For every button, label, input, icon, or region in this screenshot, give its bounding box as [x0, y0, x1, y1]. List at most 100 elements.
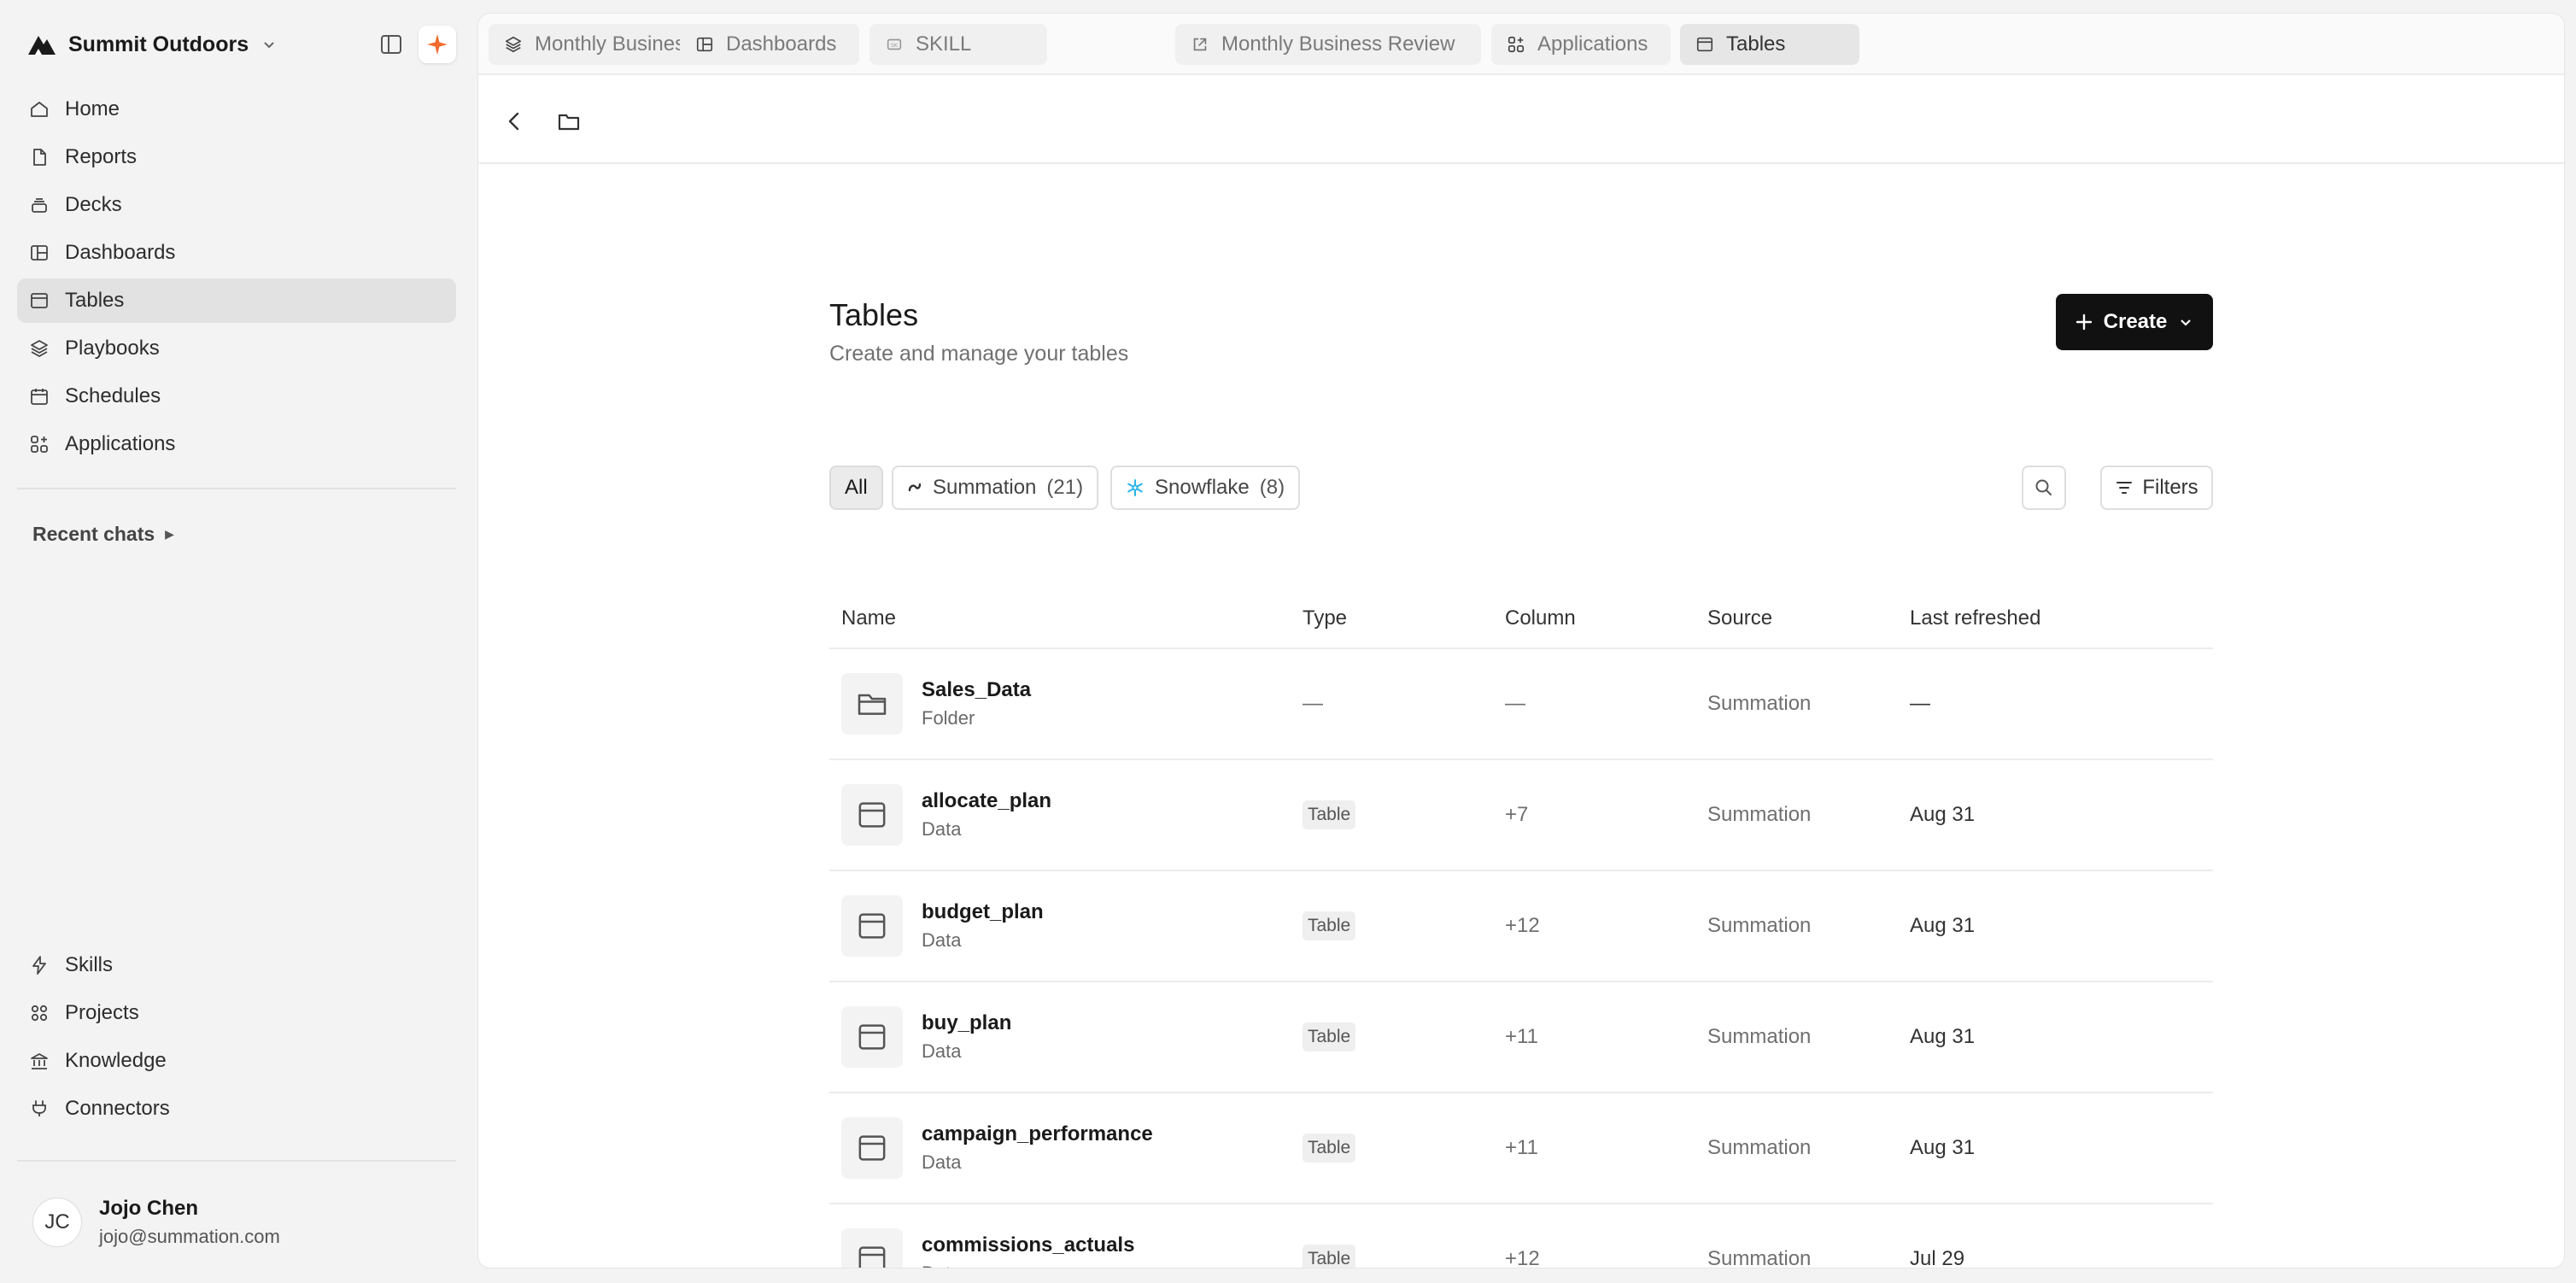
sidebar-item-home[interactable]: Home [17, 87, 456, 132]
type-cell: Table [1303, 1134, 1356, 1163]
table-icon [841, 784, 903, 846]
primary-nav: Home Reports Decks Dashboards Tables Playbook… [17, 87, 456, 470]
page-subtitle: Create and manage your tables [829, 342, 1129, 366]
sidebar-item-playbooks[interactable]: Playbooks [17, 326, 456, 371]
sidebar-item-tables[interactable]: Tables [17, 278, 456, 323]
row-title: Sales_Data [922, 678, 1032, 701]
tab-label: Tables [1726, 32, 1786, 56]
sidebar-item-label: Playbooks [65, 337, 160, 360]
last-refreshed-cell: Aug 31 [1910, 1136, 1976, 1159]
user-email: jojo@summation.com [99, 1226, 280, 1247]
filter-chip-summation[interactable]: Summation (21) [892, 466, 1099, 510]
toolbar [478, 75, 2564, 164]
filter-chip-all[interactable]: All [829, 466, 883, 510]
table-row[interactable]: buy_plan Data Table +11 Summation Aug 31 [829, 982, 2213, 1093]
type-badge: Table [1303, 911, 1356, 940]
row-kind: Data [922, 818, 962, 840]
sidebar-item-applications[interactable]: Applications [17, 422, 456, 466]
recent-chats-toggle[interactable]: Recent chats ▶ [32, 523, 174, 546]
back-arrow-icon[interactable] [499, 106, 530, 137]
sidebar-divider [17, 1160, 456, 1162]
plug-icon [29, 1098, 50, 1119]
sidebar-item-knowledge[interactable]: Knowledge [17, 1039, 456, 1083]
sidebar-item-label: Tables [65, 289, 125, 312]
recent-chats-label: Recent chats [32, 523, 155, 545]
column-header-last-refreshed[interactable]: Last refreshed [1910, 606, 2040, 630]
filter-summation-count: (21) [1046, 476, 1084, 499]
type-badge: Table [1303, 1245, 1356, 1268]
tab-applications[interactable]: Applications [1491, 24, 1671, 65]
name-cell: Sales_Data Folder [841, 673, 1031, 735]
filters-button[interactable]: Filters [2100, 466, 2213, 510]
name-cell: commissions_actuals Data [841, 1228, 1134, 1268]
table-icon [841, 1228, 903, 1268]
column-cell: +12 [1505, 914, 1540, 937]
dashboard-icon [695, 35, 714, 54]
sidebar-item-skills[interactable]: Skills [17, 943, 456, 987]
grid-icon [29, 1003, 50, 1023]
sidebar-item-projects[interactable]: Projects [17, 991, 456, 1035]
avatar: JC [32, 1198, 82, 1247]
folder-icon [841, 673, 903, 735]
table-icon [841, 1117, 903, 1179]
sidebar-item-label: Decks [65, 193, 122, 216]
tab-bar: Monthly Business Review Dashboards SK SKILL… [478, 14, 2564, 75]
row-title: commissions_actuals [922, 1233, 1135, 1257]
column-header-column[interactable]: Column [1505, 606, 1576, 630]
row-title: allocate_plan [922, 789, 1052, 812]
sidebar-toggle-icon[interactable] [376, 29, 407, 60]
table-header: Name Type Column Source Last refreshed [829, 595, 2213, 649]
tab-monthly-business-review[interactable]: Monthly Business Review [1175, 24, 1481, 65]
column-cell: — [1505, 692, 1525, 715]
decks-icon [29, 195, 50, 215]
type-cell: Table [1303, 1022, 1356, 1052]
sidebar-item-label: Knowledge [65, 1049, 167, 1072]
row-kind: Data [922, 929, 962, 951]
caret-right-icon: ▶ [165, 527, 174, 541]
table-row[interactable]: allocate_plan Data Table +7 Summation Aug 31 [829, 760, 2213, 871]
svg-text:SK: SK [891, 42, 899, 49]
name-cell: allocate_plan Data [841, 784, 1051, 846]
filter-bar: All Summation (21) Snowflake (8) Filters [829, 466, 2213, 510]
type-cell: Table [1303, 800, 1356, 829]
tables-table: Name Type Column Source Last refreshed S… [829, 595, 2213, 1268]
sidebar-item-dashboards[interactable]: Dashboards [17, 231, 456, 275]
tab-skill[interactable]: SK SKILL [869, 24, 1047, 65]
row-kind: Data [922, 1040, 962, 1062]
sidebar-item-decks[interactable]: Decks [17, 183, 456, 227]
sidebar-item-reports[interactable]: Reports [17, 135, 456, 179]
table-row[interactable]: campaign_performance Data Table +11 Summatio… [829, 1093, 2213, 1204]
sidebar-item-label: Home [65, 97, 120, 120]
tab-tables[interactable]: Tables [1680, 24, 1859, 65]
user-profile[interactable]: JC Jojo Chen jojo@summation.com [32, 1191, 280, 1254]
folder-icon[interactable] [553, 106, 584, 137]
column-cell: +7 [1505, 803, 1529, 826]
filter-chip-snowflake[interactable]: Snowflake (8) [1110, 466, 1301, 510]
filter-all-label: All [845, 476, 868, 499]
sidebar-item-label: Applications [65, 432, 176, 455]
name-cell: budget_plan Data [841, 895, 1044, 957]
source-cell: Summation [1707, 1247, 1812, 1268]
type-value: — [1303, 692, 1323, 715]
source-cell: Summation [1707, 803, 1812, 826]
column-cell: +11 [1505, 1025, 1538, 1048]
column-header-source[interactable]: Source [1707, 606, 1772, 630]
table-icon [29, 290, 50, 311]
sidebar-item-schedules[interactable]: Schedules [17, 374, 456, 419]
tab-dashboards[interactable]: Dashboards [680, 24, 859, 65]
plus-icon [2075, 313, 2093, 331]
new-chat-sparkle-button[interactable] [419, 26, 456, 63]
sidebar-item-label: Connectors [65, 1097, 170, 1120]
sidebar-item-connectors[interactable]: Connectors [17, 1087, 456, 1131]
workspace-switcher[interactable]: Summit Outdoors [27, 26, 278, 63]
table-row[interactable]: budget_plan Data Table +12 Summation Aug 31 [829, 871, 2213, 982]
external-link-icon [1191, 35, 1209, 54]
table-row[interactable]: commissions_actuals Data Table +12 Summation… [829, 1204, 2213, 1268]
search-button[interactable] [2022, 466, 2066, 510]
name-cell: buy_plan Data [841, 1006, 1011, 1068]
table-row[interactable]: Sales_Data Folder — — Summation — [829, 649, 2213, 760]
column-header-type[interactable]: Type [1303, 606, 1347, 630]
column-header-name[interactable]: Name [841, 606, 896, 630]
create-button[interactable]: Create [2056, 294, 2213, 350]
tab-label: Applications [1537, 32, 1648, 56]
